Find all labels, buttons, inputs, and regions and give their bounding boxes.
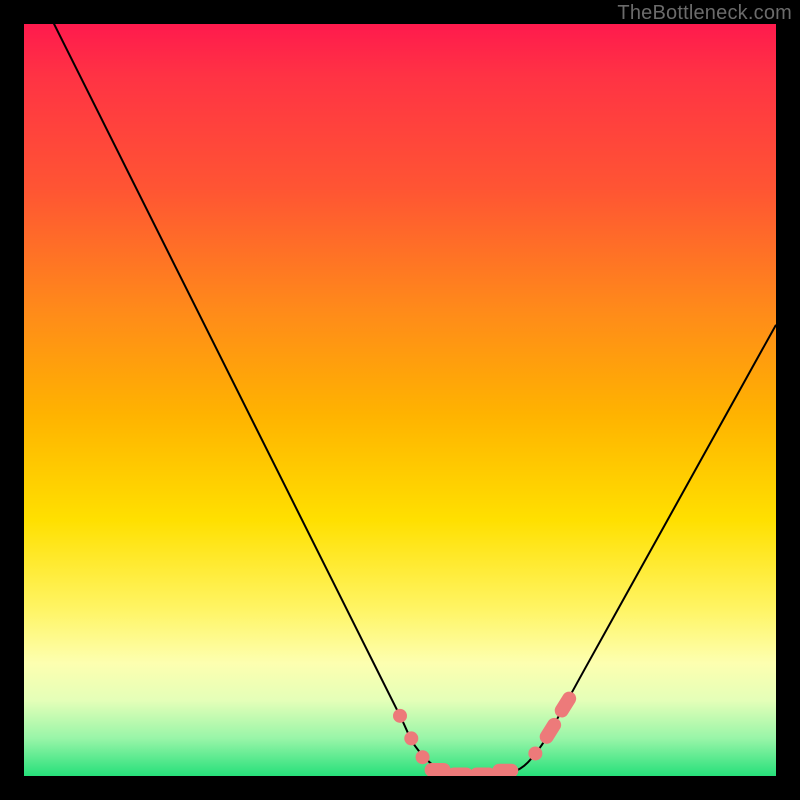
curve-marker (425, 763, 451, 776)
curve-svg (24, 24, 776, 776)
curve-marker (552, 689, 579, 720)
curve-marker (470, 767, 496, 776)
curve-marker (528, 746, 542, 760)
chart-frame: TheBottleneck.com (0, 0, 800, 800)
curve-marker (416, 750, 430, 764)
curve-markers (393, 689, 579, 776)
curve-marker (492, 764, 518, 776)
plot-area (24, 24, 776, 776)
curve-marker (447, 767, 473, 776)
curve-marker (404, 731, 418, 745)
watermark-text: TheBottleneck.com (617, 2, 792, 25)
bottleneck-curve (24, 24, 776, 776)
curve-marker (537, 715, 564, 746)
curve-marker (393, 709, 407, 723)
